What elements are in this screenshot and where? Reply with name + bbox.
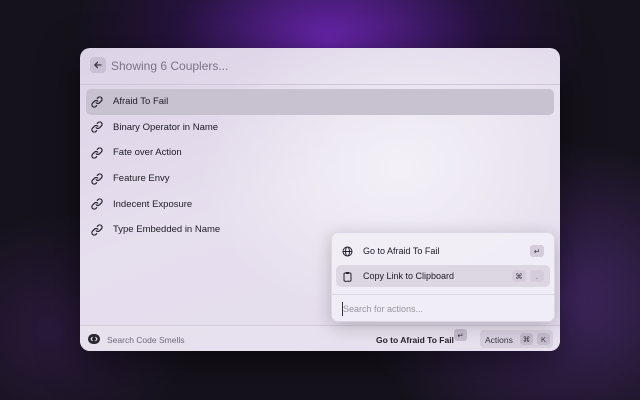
list-item-label: Feature Envy: [113, 173, 170, 185]
command-key-icon: ⌘: [520, 333, 533, 345]
list-item-label: Type Embedded in Name: [113, 224, 221, 236]
link-icon: [91, 121, 103, 133]
link-icon: [91, 198, 103, 210]
link-icon: [91, 147, 103, 159]
menu-item-label: Copy Link to Clipboard: [363, 271, 455, 281]
enter-key-icon: ↵: [530, 245, 544, 257]
globe-icon: [342, 246, 353, 257]
back-button[interactable]: [90, 57, 106, 73]
list-item[interactable]: Afraid To Fail: [86, 89, 554, 115]
list-item-label: Fate over Action: [113, 147, 182, 159]
menu-item-go-to[interactable]: Go to Afraid To Fail ↵: [336, 240, 550, 262]
clipboard-icon: [342, 271, 353, 282]
list-item[interactable]: Feature Envy: [86, 166, 554, 192]
link-icon: [91, 224, 103, 236]
actions-menu: Go to Afraid To Fail ↵ Copy Link to Clip…: [331, 232, 555, 322]
period-key: .: [530, 270, 544, 282]
link-icon: [91, 96, 103, 108]
command-key-icon: ⌘: [512, 270, 526, 282]
search-header: Showing 6 Couplers...: [80, 48, 560, 85]
arrow-left-icon: [94, 61, 102, 69]
extension-name: Search Code Smells: [107, 335, 185, 345]
actions-label: Actions: [485, 335, 513, 345]
extension-logo-icon: [88, 334, 100, 344]
list-item[interactable]: Binary Operator in Name: [86, 115, 554, 141]
menu-divider: [332, 294, 554, 295]
list-item-label: Afraid To Fail: [113, 96, 169, 108]
action-bar: Search Code Smells Go to Afraid To Fail …: [80, 325, 560, 351]
list-item[interactable]: Fate over Action: [86, 140, 554, 166]
k-key: K: [537, 333, 550, 345]
coupler-list: Afraid To Fail Binary Operator in Name F…: [86, 89, 554, 243]
header-title: Showing 6 Couplers...: [111, 59, 229, 73]
link-icon: [91, 172, 103, 185]
primary-action-button[interactable]: Go to Afraid To Fail: [376, 335, 454, 345]
menu-item-copy-link[interactable]: Copy Link to Clipboard ⌘ .: [336, 265, 550, 287]
list-item-label: Indecent Exposure: [113, 198, 193, 210]
actions-button[interactable]: Actions ⌘ K: [480, 330, 553, 348]
list-item[interactable]: Indecent Exposure: [86, 191, 554, 217]
action-search-input[interactable]: [342, 302, 543, 316]
enter-key-icon: ↵: [454, 329, 467, 341]
list-item-label: Binary Operator in Name: [113, 121, 219, 133]
menu-item-label: Go to Afraid To Fail: [363, 246, 440, 256]
